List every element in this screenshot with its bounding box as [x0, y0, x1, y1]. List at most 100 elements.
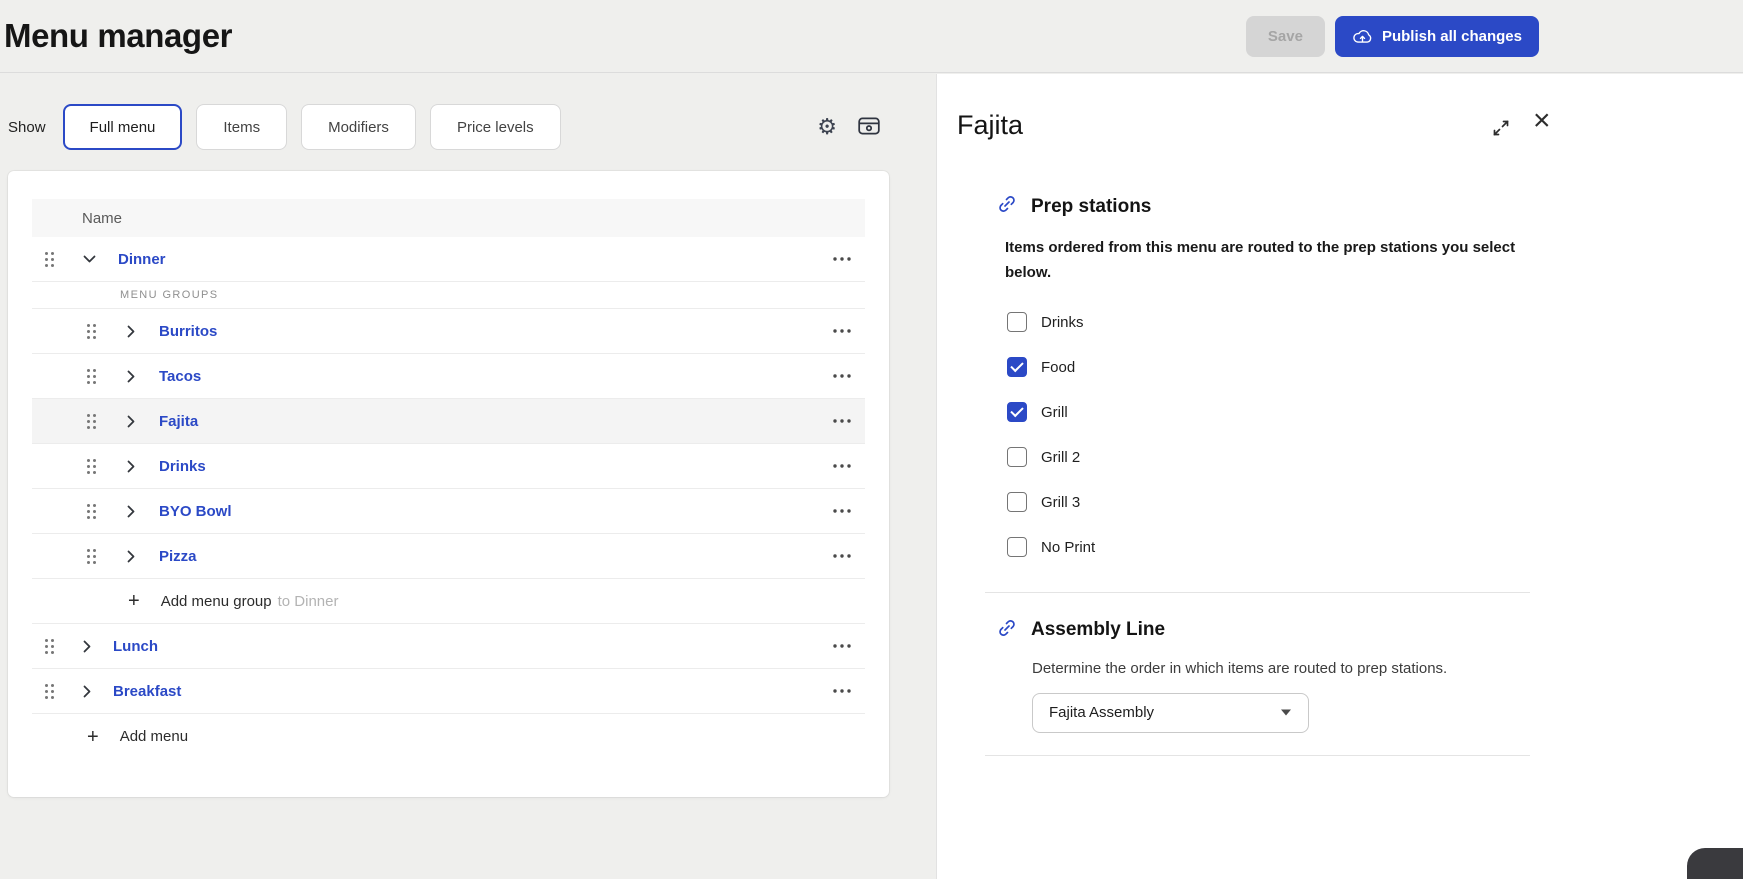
add-menu-group-button[interactable]: + Add menu group to Dinner	[32, 579, 865, 624]
table-header: Name	[32, 199, 865, 237]
chevron-down-icon[interactable]	[83, 255, 96, 263]
drag-handle-icon[interactable]	[44, 251, 55, 268]
menu-row-breakfast[interactable]: Breakfast	[32, 669, 865, 714]
drag-handle-icon[interactable]	[86, 458, 97, 475]
publish-button-label: Publish all changes	[1382, 28, 1522, 45]
archive-button[interactable]	[857, 114, 881, 141]
drag-handle-icon[interactable]	[86, 503, 97, 520]
filter-items[interactable]: Items	[196, 104, 287, 150]
ellipsis-menu-icon[interactable]	[829, 503, 855, 519]
section-divider	[985, 592, 1530, 593]
checkbox-label: Food	[1041, 359, 1075, 376]
ellipsis-menu-icon[interactable]	[829, 413, 855, 429]
prep-stations-title: Prep stations	[1031, 196, 1151, 218]
checkbox[interactable]	[1007, 402, 1027, 422]
chevron-right-icon[interactable]	[127, 460, 135, 473]
archive-icon	[857, 114, 881, 141]
assembly-line-heading: Assembly Line	[996, 617, 1529, 644]
ellipsis-menu-icon[interactable]	[829, 548, 855, 564]
group-row-pizza[interactable]: Pizza	[32, 534, 865, 579]
chevron-right-icon[interactable]	[127, 505, 135, 518]
menu-row-lunch[interactable]: Lunch	[32, 624, 865, 669]
cloud-upload-icon	[1352, 28, 1373, 45]
checkbox[interactable]	[1007, 537, 1027, 557]
filter-full-menu[interactable]: Full menu	[63, 104, 183, 150]
group-name[interactable]: Pizza	[159, 548, 197, 565]
ellipsis-menu-icon[interactable]	[829, 368, 855, 384]
expand-panel-button[interactable]	[1491, 118, 1511, 141]
menu-name[interactable]: Breakfast	[113, 683, 181, 700]
group-row-burritos[interactable]: Burritos	[32, 309, 865, 354]
add-menu-group-label: Add menu group	[161, 593, 272, 610]
add-menu-group-target: to Dinner	[278, 593, 339, 610]
menu-name[interactable]: Lunch	[113, 638, 158, 655]
gear-icon: ⚙	[817, 116, 837, 138]
detail-panel: Fajita × Prep stations	[936, 74, 1743, 879]
ellipsis-menu-icon[interactable]	[829, 458, 855, 474]
checkbox[interactable]	[1007, 447, 1027, 467]
drag-handle-icon[interactable]	[86, 368, 97, 385]
assembly-line-selected-value: Fajita Assembly	[1049, 704, 1154, 721]
prep-station-option-no-print[interactable]: No Print	[1007, 525, 1529, 570]
filter-modifiers[interactable]: Modifiers	[301, 104, 416, 150]
save-button[interactable]: Save	[1246, 16, 1325, 57]
name-column-header: Name	[82, 210, 122, 227]
group-row-tacos[interactable]: Tacos	[32, 354, 865, 399]
checkbox[interactable]	[1007, 357, 1027, 377]
drag-handle-icon[interactable]	[86, 413, 97, 430]
drag-handle-icon[interactable]	[44, 683, 55, 700]
group-name[interactable]: Fajita	[159, 413, 198, 430]
expand-icon	[1491, 126, 1511, 141]
group-name[interactable]: BYO Bowl	[159, 503, 232, 520]
prep-stations-description: Items ordered from this menu are routed …	[1005, 236, 1529, 286]
group-name[interactable]: Tacos	[159, 368, 201, 385]
ellipsis-menu-icon[interactable]	[829, 683, 855, 699]
link-icon	[996, 617, 1018, 644]
group-row-byo-bowl[interactable]: BYO Bowl	[32, 489, 865, 534]
ellipsis-menu-icon[interactable]	[829, 251, 855, 267]
prep-station-option-grill-3[interactable]: Grill 3	[1007, 480, 1529, 525]
prep-stations-list: Drinks Food Grill Grill 2 Grill 3 No Pri…	[1007, 300, 1529, 570]
add-menu-button[interactable]: + Add menu	[32, 714, 865, 759]
menu-row-dinner[interactable]: Dinner	[32, 237, 865, 282]
drag-handle-icon[interactable]	[86, 323, 97, 340]
ellipsis-menu-icon[interactable]	[829, 323, 855, 339]
drag-handle-icon[interactable]	[86, 548, 97, 565]
menu-groups-label: MENU GROUPS	[32, 282, 865, 309]
prep-station-option-grill[interactable]: Grill	[1007, 390, 1529, 435]
checkbox-label: Grill 2	[1041, 449, 1080, 466]
chevron-right-icon[interactable]	[127, 370, 135, 383]
group-row-fajita[interactable]: Fajita	[32, 399, 865, 444]
close-panel-button[interactable]: ×	[1533, 106, 1551, 136]
group-name[interactable]: Drinks	[159, 458, 206, 475]
chevron-right-icon[interactable]	[83, 685, 91, 698]
group-row-drinks[interactable]: Drinks	[32, 444, 865, 489]
assembly-line-select[interactable]: Fajita Assembly	[1032, 693, 1309, 733]
menu-name[interactable]: Dinner	[118, 251, 166, 268]
chevron-right-icon[interactable]	[127, 415, 135, 428]
settings-button[interactable]: ⚙	[817, 116, 837, 138]
checkbox[interactable]	[1007, 492, 1027, 512]
menu-tree-card: Name Dinner MENU GROUPS Burritos	[8, 171, 889, 797]
publish-button[interactable]: Publish all changes	[1335, 16, 1539, 57]
top-bar: Menu manager Save Publish all changes	[0, 0, 1743, 73]
assembly-line-title: Assembly Line	[1031, 619, 1165, 641]
prep-station-option-drinks[interactable]: Drinks	[1007, 300, 1529, 345]
chevron-right-icon[interactable]	[83, 640, 91, 653]
caret-down-icon	[1280, 709, 1292, 716]
chevron-right-icon[interactable]	[127, 550, 135, 563]
detail-panel-body: Prep stations Items ordered from this me…	[983, 193, 1529, 756]
link-icon	[996, 193, 1018, 220]
close-icon: ×	[1533, 104, 1551, 137]
plus-icon: +	[87, 727, 99, 747]
prep-station-option-food[interactable]: Food	[1007, 345, 1529, 390]
ellipsis-menu-icon[interactable]	[829, 638, 855, 654]
detail-panel-title: Fajita	[957, 110, 1023, 140]
chevron-right-icon[interactable]	[127, 325, 135, 338]
group-name[interactable]: Burritos	[159, 323, 217, 340]
toolbar-icons: ⚙	[817, 114, 881, 141]
checkbox[interactable]	[1007, 312, 1027, 332]
prep-station-option-grill-2[interactable]: Grill 2	[1007, 435, 1529, 480]
drag-handle-icon[interactable]	[44, 638, 55, 655]
filter-price-levels[interactable]: Price levels	[430, 104, 561, 150]
